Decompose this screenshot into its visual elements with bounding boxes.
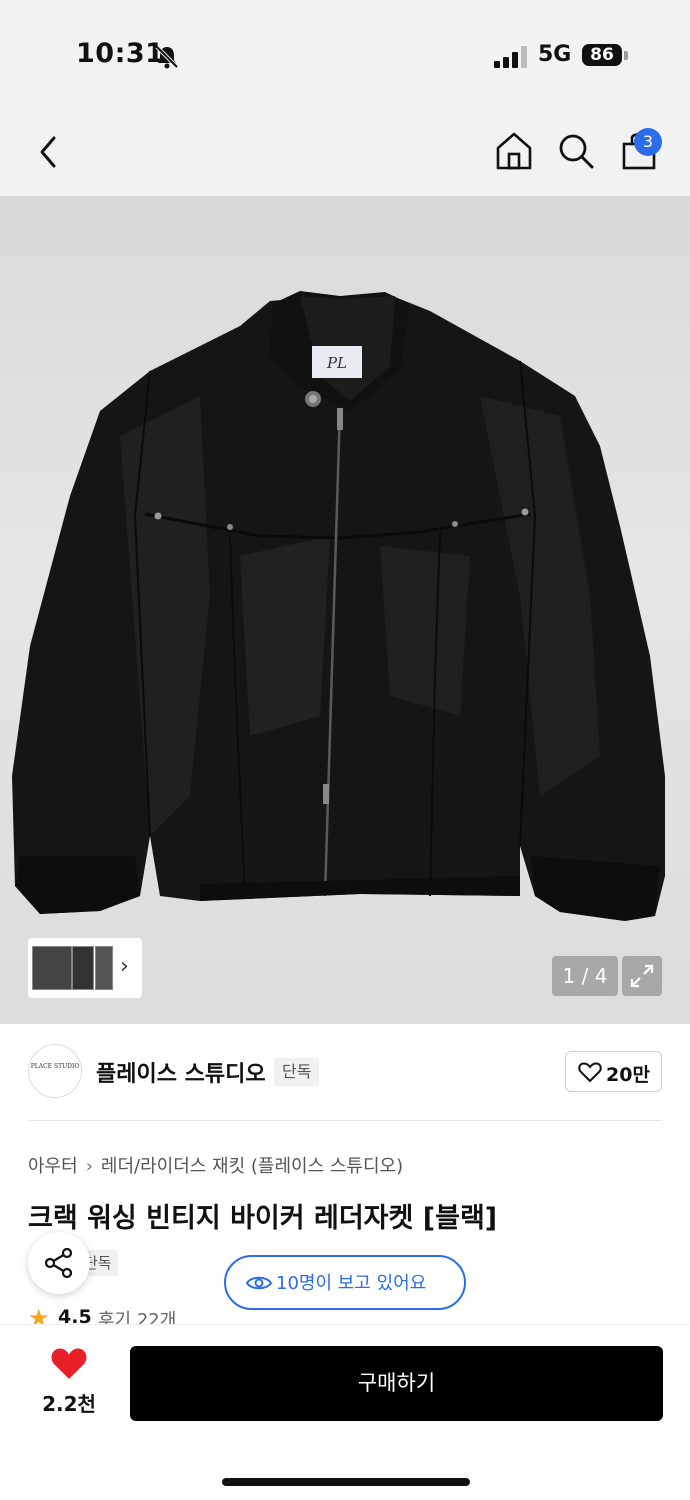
home-indicator (222, 1478, 470, 1486)
jacket-photo: PL (12, 291, 665, 921)
home-icon[interactable] (494, 130, 534, 172)
thumbnail-3[interactable] (95, 946, 113, 990)
thumbnail-1[interactable] (32, 946, 72, 990)
viewers-text: 10명이 보고 있어요 (276, 1273, 427, 1294)
brand-like-count[interactable]: 20만 (606, 1060, 650, 1087)
top-nav-bar (0, 110, 690, 196)
exclusive-tag: 단독 (274, 1058, 320, 1086)
heart-filled-icon[interactable] (50, 1346, 88, 1382)
battery-icon: 86 (582, 44, 622, 66)
product-image[interactable]: PL (0, 196, 690, 1024)
buy-button[interactable]: 구매하기 (130, 1346, 663, 1421)
expand-icon (630, 964, 654, 988)
cart-count-badge: 3 (634, 128, 662, 156)
wish-count: 2.2천 (42, 1392, 96, 1416)
breadcrumb-separator: › (85, 1156, 93, 1177)
product-title: 크랙 워싱 빈티지 바이커 레더자켓 [블랙] (28, 1203, 498, 1234)
brand-name[interactable]: 플레이스 스튜디오 (96, 1056, 266, 1088)
share-button[interactable] (28, 1232, 90, 1294)
divider (28, 1120, 662, 1121)
heart-outline-icon (578, 1062, 602, 1083)
breadcrumb: 아우터 › 레더/라이더스 재킷 (플레이스 스튜디오) (28, 1152, 403, 1178)
signal-bars-icon (494, 46, 527, 68)
status-time: 10:31 (76, 38, 165, 69)
label-text: PL (326, 354, 347, 372)
thumbnail-2[interactable] (72, 946, 94, 990)
breadcrumb-item-outer[interactable]: 아우터 (28, 1152, 78, 1178)
back-chevron-icon[interactable] (34, 134, 64, 170)
thumbnail-next-icon[interactable]: › (120, 954, 129, 979)
share-icon (44, 1247, 73, 1279)
battery-tip (624, 51, 628, 60)
breadcrumb-item-category[interactable]: 레더/라이더스 재킷 (플레이스 스튜디오) (101, 1152, 403, 1178)
expand-image-button[interactable] (622, 956, 662, 996)
bell-slash-icon (155, 45, 179, 69)
search-icon[interactable] (556, 130, 596, 172)
eye-icon (246, 1276, 272, 1290)
image-page-indicator: 1 / 4 (552, 956, 618, 996)
brand-logo[interactable]: PLACE STUDIO (28, 1044, 82, 1098)
network-label: 5G (538, 42, 572, 67)
